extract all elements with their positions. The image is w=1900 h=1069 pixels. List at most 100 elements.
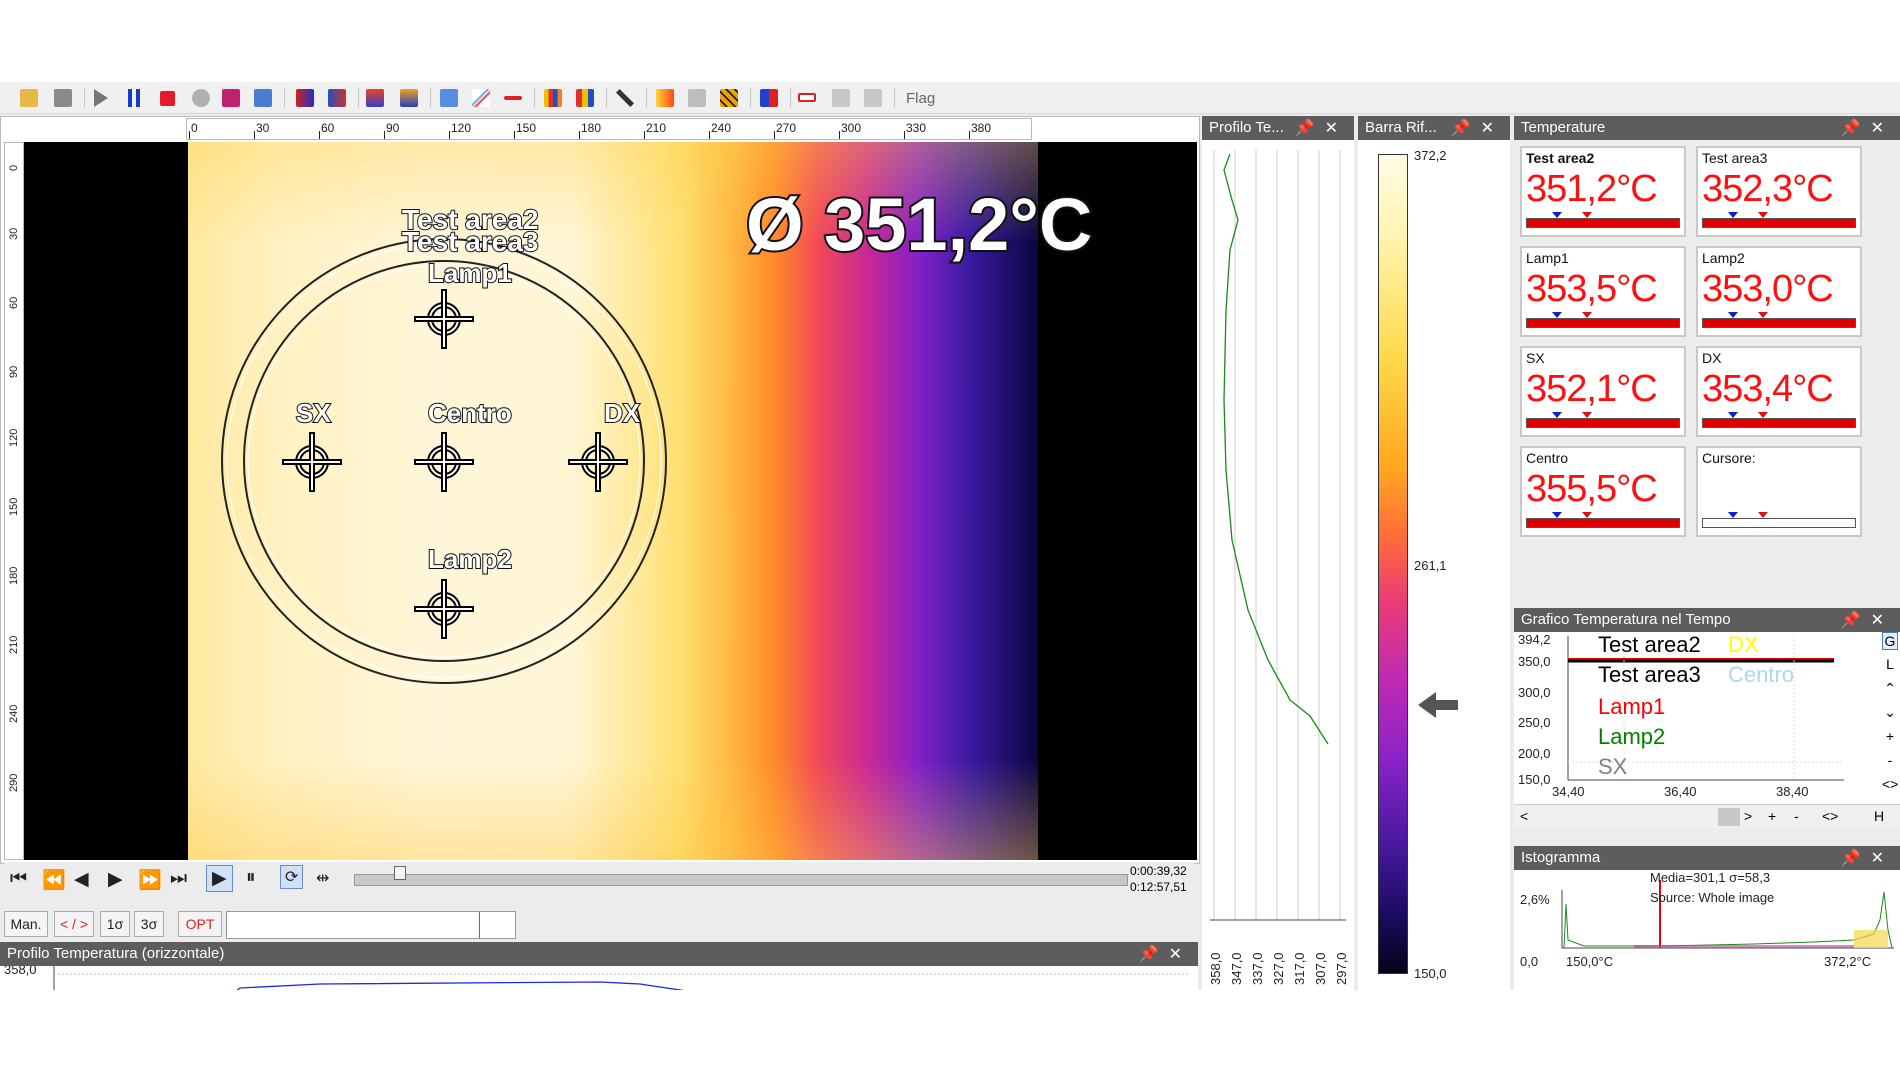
flag-button[interactable]: Flag <box>906 90 935 107</box>
opt-button[interactable]: OPT <box>178 911 222 937</box>
temp-tile[interactable]: Lamp2 353,0°C <box>1695 245 1863 338</box>
temp-tile[interactable]: Centro 355,5°C <box>1519 445 1687 538</box>
time-graph-legend-item[interactable]: DX <box>1728 632 1759 658</box>
time-graph-nav-button[interactable]: H <box>1874 808 1884 824</box>
color-grid-icon[interactable] <box>760 89 778 107</box>
align-icon[interactable] <box>688 89 706 107</box>
temp-tile[interactable]: SX 352,1°C <box>1519 345 1687 438</box>
time-graph-side-button[interactable]: - <box>1882 752 1898 768</box>
timeline-thumb[interactable] <box>394 866 406 880</box>
step-back-button[interactable]: ◀ <box>74 868 89 891</box>
time-graph-legend-item[interactable]: Test area3 <box>1598 662 1701 688</box>
range-scale-button[interactable]: < / > <box>54 911 94 937</box>
hand-2-icon[interactable] <box>864 89 882 107</box>
dx-marker[interactable] <box>568 432 628 492</box>
colorbar-pin-close[interactable]: 📌✕ <box>1451 118 1504 138</box>
histogram-pin-close[interactable]: 📌✕ <box>1841 848 1894 868</box>
label-test-area3: Test area3 <box>401 225 539 258</box>
time-graph-side-button[interactable]: G <box>1882 632 1898 650</box>
colorbar-title: Barra Rif... <box>1365 119 1437 136</box>
save-icon[interactable] <box>54 89 72 107</box>
profile-v-pin-close[interactable]: 📌✕ <box>1295 118 1348 138</box>
time-graph-side-button[interactable]: ⌃ <box>1882 680 1898 697</box>
time-graph-legend-item[interactable]: Lamp2 <box>1598 724 1665 750</box>
temp-tile[interactable]: DX 353,4°C <box>1695 345 1863 438</box>
time-graph-side-button[interactable]: ⌄ <box>1882 704 1898 721</box>
temp-tile[interactable]: Test area3 352,3°C <box>1695 145 1863 238</box>
copy-icon[interactable] <box>254 89 272 107</box>
temp-tile-bar <box>1702 218 1856 228</box>
open-folder-icon[interactable] <box>20 89 38 107</box>
time-graph-pin-close[interactable]: 📌✕ <box>1841 610 1894 630</box>
temp-tile[interactable]: Lamp1 353,5°C <box>1519 245 1687 338</box>
fast-forward-button[interactable]: ⏩ <box>138 868 162 892</box>
first-frame-button[interactable]: ⏮ <box>10 868 27 890</box>
time-graph-x-label: 38,40 <box>1776 784 1809 799</box>
tools-icon[interactable] <box>616 89 634 107</box>
bar-chart-icon[interactable] <box>544 89 562 107</box>
timeline-slider[interactable] <box>354 874 1128 886</box>
gradient-icon[interactable] <box>656 89 674 107</box>
stop-icon[interactable] <box>160 91 175 106</box>
pause-button[interactable]: ⏸ <box>246 867 256 889</box>
temp-tile-bar <box>1702 518 1856 528</box>
line-chart-icon[interactable] <box>472 89 490 107</box>
time-graph-legend-item[interactable]: Lamp1 <box>1598 694 1665 720</box>
time-graph-legend-item[interactable]: Test area2 <box>1598 632 1701 658</box>
time-graph-nav-button[interactable]: <> <box>1822 808 1838 824</box>
bar-chart-2-icon[interactable] <box>576 89 594 107</box>
record-icon[interactable] <box>192 89 210 107</box>
top-ruler-tick <box>384 131 385 139</box>
time-graph-legend-item[interactable]: Centro <box>1728 662 1794 688</box>
palette-a-icon[interactable] <box>366 89 384 107</box>
top-ruler-label: 120 <box>451 121 472 135</box>
temp-tile-bar <box>1526 518 1680 528</box>
play-button[interactable]: ▶ <box>206 865 233 892</box>
pattern-icon[interactable] <box>720 89 738 107</box>
last-frame-button[interactable]: ⏭ <box>170 868 187 890</box>
top-ruler-label: 330 <box>906 121 927 135</box>
play-icon[interactable] <box>94 89 108 107</box>
time-graph-legend-item[interactable]: SX <box>1598 754 1627 780</box>
time-graph-side-button[interactable]: + <box>1882 728 1898 744</box>
top-ruler-label: 180 <box>581 121 602 135</box>
sx-marker[interactable] <box>282 432 342 492</box>
lamp2-marker[interactable] <box>414 579 474 639</box>
table-icon[interactable] <box>440 89 458 107</box>
centro-marker[interactable] <box>414 432 474 492</box>
time-graph-nav-button[interactable]: < <box>1520 808 1528 824</box>
profile-h-pin-close[interactable]: 📌✕ <box>1139 944 1192 964</box>
time-graph-nav-button[interactable]: + <box>1768 808 1776 824</box>
thermal-image[interactable]: Ø 351,2°C Test area2 Test area3 Lamp1 SX… <box>24 142 1197 860</box>
temperature-pin-close[interactable]: 📌✕ <box>1841 118 1894 138</box>
time-graph-side-button[interactable]: L <box>1882 656 1898 672</box>
range-button[interactable]: ⇹ <box>316 868 329 888</box>
manual-scale-button[interactable]: Man. <box>4 911 48 937</box>
hand-icon[interactable] <box>832 89 850 107</box>
palette-b-icon[interactable] <box>400 89 418 107</box>
dash-line-icon[interactable] <box>504 96 522 100</box>
time-graph-scrollthumb[interactable] <box>1718 808 1740 826</box>
one-sigma-button[interactable]: 1σ <box>100 911 130 937</box>
colorbar-gradient[interactable] <box>1378 154 1408 974</box>
profile-v-x-label: 347,0 <box>1229 952 1244 985</box>
playback-bar: ⏮ ⏪ ◀ ▶ ⏩ ⏭ ▶ ⏸ ⟳ ⇹ 0:00:39,32 0:12:57,5… <box>4 862 1194 896</box>
loop-button[interactable]: ⟳ <box>280 865 304 889</box>
temp-tile[interactable]: Cursore: <box>1695 445 1863 538</box>
temp-tile[interactable]: Test area2 351,2°C <box>1519 145 1687 238</box>
pause-icon[interactable] <box>128 89 140 107</box>
rewind-button[interactable]: ⏪ <box>42 868 66 892</box>
max-marker-icon <box>1758 512 1768 518</box>
colorbar-level-arrow-icon[interactable] <box>1418 692 1436 718</box>
ruler-icon[interactable] <box>798 93 816 102</box>
scale-range-field[interactable] <box>226 911 516 939</box>
three-sigma-button[interactable]: 3σ <box>134 911 164 937</box>
image-export-icon[interactable] <box>328 89 346 107</box>
time-graph-nav-button[interactable]: > <box>1744 808 1752 824</box>
lamp1-marker[interactable] <box>414 289 474 349</box>
camera-icon[interactable] <box>222 89 240 107</box>
time-graph-nav-button[interactable]: - <box>1794 808 1799 824</box>
image-palette-icon[interactable] <box>296 89 314 107</box>
time-graph-side-button[interactable]: <> <box>1882 776 1898 792</box>
step-forward-button[interactable]: ▶ <box>108 868 123 891</box>
